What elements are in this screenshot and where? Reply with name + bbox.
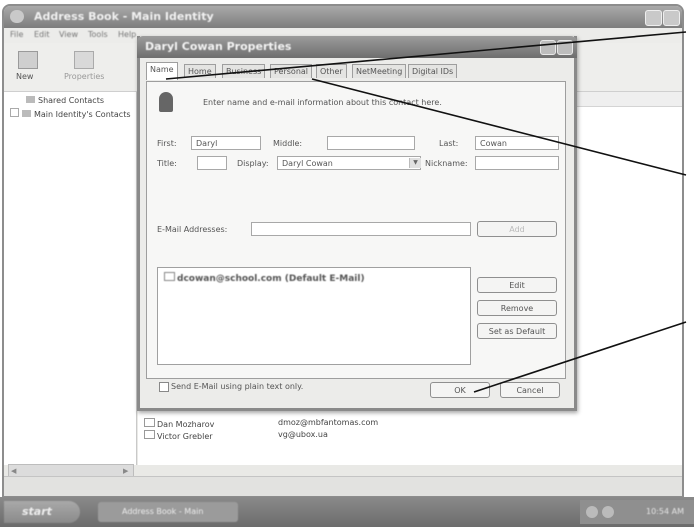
- nickname-label: Nickname:: [425, 159, 468, 168]
- help-icon[interactable]: [540, 40, 556, 55]
- tab-digital-ids[interactable]: Digital IDs: [408, 64, 458, 78]
- first-name-field[interactable]: Daryl: [191, 136, 261, 150]
- first-label: First:: [157, 139, 177, 148]
- tab-other[interactable]: Other: [316, 64, 347, 78]
- tab-name[interactable]: Name: [146, 62, 178, 80]
- middle-name-field[interactable]: [327, 136, 415, 150]
- network-icon[interactable]: [586, 506, 598, 518]
- window-titlebar[interactable]: Address Book - Main Identity: [4, 6, 682, 28]
- name-tab-panel: Enter name and e-mail information about …: [146, 81, 566, 392]
- tab-business[interactable]: Business: [222, 64, 266, 78]
- ok-button[interactable]: OK: [430, 382, 490, 398]
- new-contact-icon: [18, 51, 38, 69]
- window-title: Address Book - Main Identity: [34, 10, 214, 23]
- display-select[interactable]: Daryl Cowan: [277, 156, 421, 170]
- middle-label: Middle:: [273, 139, 303, 148]
- display-label: Display:: [237, 159, 269, 168]
- email-list-item[interactable]: dcowan@school.com (Default E-Mail): [164, 272, 365, 284]
- title-label: Title:: [157, 159, 177, 168]
- close-icon[interactable]: [557, 40, 573, 55]
- address-book-app-icon: [10, 10, 24, 23]
- nickname-field[interactable]: [475, 156, 559, 170]
- new-button[interactable]: New: [12, 49, 42, 85]
- tab-personal[interactable]: Personal: [270, 64, 313, 78]
- contact-card-icon: [144, 418, 155, 427]
- dialog-title: Daryl Cowan Properties: [145, 40, 292, 53]
- scroll-left-icon[interactable]: ◀: [11, 467, 16, 475]
- contact-row[interactable]: Victor Grebler: [144, 430, 213, 441]
- menu-edit[interactable]: Edit: [34, 30, 50, 39]
- menu-help[interactable]: Help: [118, 30, 136, 39]
- contact-card-icon: [144, 430, 155, 439]
- folder-tree-pane: Shared Contacts Main Identity's Contacts: [4, 92, 137, 465]
- menu-file[interactable]: File: [10, 30, 23, 39]
- tab-netmeeting[interactable]: NetMeeting: [352, 64, 407, 78]
- status-bar: [4, 476, 682, 496]
- last-label: Last:: [439, 139, 459, 148]
- title-field[interactable]: [197, 156, 227, 170]
- contact-properties-dialog: Daryl Cowan Properties Name Home Busines…: [137, 36, 577, 411]
- contact-email: dmoz@mbfantomas.com: [278, 418, 379, 427]
- tree-item-main-identity[interactable]: Main Identity's Contacts: [10, 108, 131, 119]
- volume-icon[interactable]: [602, 506, 614, 518]
- folder-icon: [22, 110, 31, 117]
- plain-text-checkbox[interactable]: [159, 382, 169, 392]
- last-name-field[interactable]: Cowan: [475, 136, 559, 150]
- menu-view[interactable]: View: [59, 30, 78, 39]
- dialog-titlebar[interactable]: Daryl Cowan Properties: [137, 36, 577, 58]
- system-tray: 10:54 AM: [580, 500, 694, 524]
- taskbar: start Address Book - Main 10:54 AM: [0, 497, 694, 527]
- taskbar-item-address-book[interactable]: Address Book - Main: [98, 502, 238, 522]
- add-button[interactable]: Add: [477, 221, 557, 237]
- plain-text-label: Send E-Mail using plain text only.: [171, 382, 304, 391]
- minimize-icon[interactable]: [645, 10, 662, 26]
- chevron-down-icon[interactable]: ▼: [409, 158, 421, 168]
- contact-email: vg@ubox.ua: [278, 430, 328, 439]
- cancel-button[interactable]: Cancel: [500, 382, 560, 398]
- remove-button[interactable]: Remove: [477, 300, 557, 316]
- set-as-default-button[interactable]: Set as Default: [477, 323, 557, 339]
- email-addresses-label: E-Mail Addresses:: [157, 225, 228, 234]
- close-icon[interactable]: [663, 10, 680, 26]
- properties-button-label: Properties: [64, 72, 105, 81]
- scroll-right-icon[interactable]: ▶: [123, 467, 128, 475]
- clock: 10:54 AM: [646, 507, 684, 516]
- contact-row[interactable]: Dan Mozharov: [144, 418, 214, 429]
- start-button[interactable]: start: [4, 501, 80, 523]
- tree-item-shared-contacts[interactable]: Shared Contacts: [26, 96, 104, 105]
- folder-icon: [26, 96, 35, 103]
- tab-home[interactable]: Home: [184, 64, 216, 78]
- mail-icon: [164, 272, 175, 281]
- properties-button[interactable]: Properties: [60, 49, 104, 85]
- properties-icon: [74, 51, 94, 69]
- email-list: dcowan@school.com (Default E-Mail): [157, 267, 471, 365]
- expand-icon[interactable]: [10, 108, 19, 117]
- new-button-label: New: [16, 72, 34, 81]
- email-input[interactable]: [251, 222, 471, 236]
- edit-button[interactable]: Edit: [477, 277, 557, 293]
- menu-tools[interactable]: Tools: [88, 30, 108, 39]
- intro-text: Enter name and e-mail information about …: [203, 98, 442, 107]
- contact-person-icon: [159, 92, 173, 112]
